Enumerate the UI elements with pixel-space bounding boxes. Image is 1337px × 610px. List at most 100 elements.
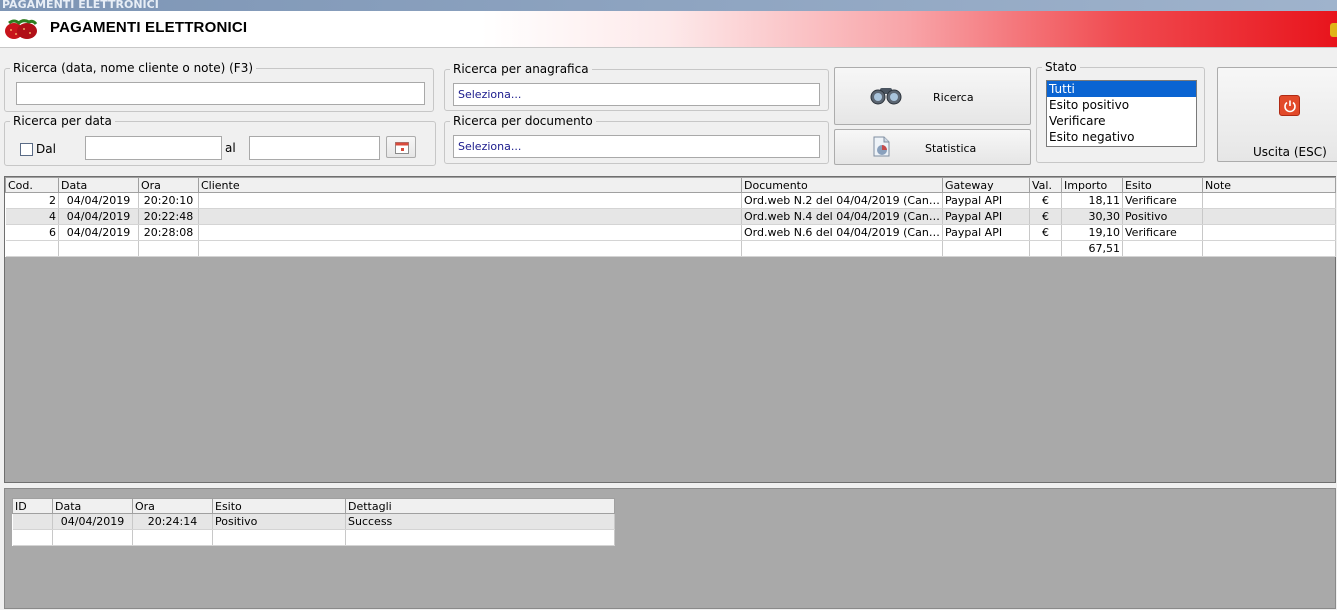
cell-document: Ord.web N.4 del 04/04/2019 (Cancell… [741,208,943,225]
cell-empty [942,240,1030,257]
statistics-button-label: Statistica [925,142,977,155]
table-row[interactable]: 2 04/04/2019 20:20:10 Ord.web N.2 del 04… [5,192,1336,209]
status-legend: Stato [1042,60,1080,74]
cell-notes [1202,224,1336,241]
cell-client [198,192,742,209]
cell-code: 2 [5,192,59,209]
statistics-icon [873,136,890,157]
col-header[interactable]: Gateway [942,177,1030,193]
payments-table: Cod. Data Ora Cliente Documento Gateway … [5,177,1336,257]
cell-code: 6 [5,224,59,241]
search-input[interactable] [16,82,425,105]
cell-empty [138,240,199,257]
payments-header-row: Cod. Data Ora Cliente Documento Gateway … [5,177,1336,193]
search-date-legend: Ricerca per data [10,114,115,128]
registry-select[interactable]: Seleziona... [453,83,820,106]
cell-empty [1029,240,1062,257]
cell-currency: € [1029,208,1062,225]
status-group: Stato Tutti Esito positivo Verificare Es… [1036,60,1205,163]
status-option-esito-negativo[interactable]: Esito negativo [1047,129,1196,145]
col-header[interactable]: Esito [212,498,346,514]
cell-details: Success [345,513,615,530]
col-header[interactable]: Documento [741,177,943,193]
col-header[interactable]: Ora [138,177,199,193]
page-title: PAGAMENTI ELETTRONICI [50,19,248,36]
col-header[interactable]: Ora [132,498,213,514]
total-amount: 67,51 [1061,240,1123,257]
status-option-tutti[interactable]: Tutti [1047,81,1196,97]
cell-gateway: Paypal API [942,192,1030,209]
date-to-input[interactable] [249,136,380,160]
cell-amount: 18,11 [1061,192,1123,209]
calendar-button[interactable] [386,136,416,158]
cell-outcome: Positivo [212,513,346,530]
payments-grid[interactable]: Cod. Data Ora Cliente Documento Gateway … [4,176,1336,483]
logo-icon [1330,23,1337,37]
cell-gateway: Paypal API [942,224,1030,241]
totals-row: 67,51 [5,240,1336,257]
search-document-group: Ricerca per documento Seleziona... [444,114,829,164]
cell-document: Ord.web N.2 del 04/04/2019 (Cancell… [741,192,943,209]
cell-code: 4 [5,208,59,225]
table-row[interactable]: 6 04/04/2019 20:28:08 Ord.web N.6 del 04… [5,224,1336,241]
cell-id [12,513,53,530]
col-header[interactable]: Cliente [198,177,742,193]
cell-gateway: Paypal API [942,208,1030,225]
cell-empty [345,529,615,546]
col-header[interactable]: Data [58,177,139,193]
col-header[interactable]: Note [1202,177,1336,193]
col-header[interactable]: Dettagli [345,498,615,514]
col-header[interactable]: Data [52,498,133,514]
cell-empty [198,240,742,257]
search-date-group: Ricerca per data Dal al [4,114,436,166]
strawberry-icon [5,19,38,39]
search-registry-legend: Ricerca per anagrafica [450,62,592,76]
header-banner: PAGAMENTI ELETTRONICI [0,11,1337,48]
col-header[interactable]: ID [12,498,53,514]
table-row[interactable]: 4 04/04/2019 20:22:48 Ord.web N.4 del 04… [5,208,1336,225]
exit-button[interactable]: Uscita (ESC) [1217,67,1337,162]
binoculars-icon [870,88,902,105]
exit-button-label: Uscita (ESC) [1253,145,1327,159]
cell-empty [58,240,139,257]
status-option-verificare[interactable]: Verificare [1047,113,1196,129]
table-row[interactable]: 04/04/2019 20:24:14 Positivo Success [12,513,615,530]
cell-outcome: Positivo [1122,208,1203,225]
search-button[interactable]: Ricerca [834,67,1031,125]
date-to-label: al [225,141,236,155]
details-header-row: ID Data Ora Esito Dettagli [12,498,615,514]
status-option-esito-positivo[interactable]: Esito positivo [1047,97,1196,113]
cell-currency: € [1029,224,1062,241]
cell-notes [1202,208,1336,225]
cell-empty [132,529,213,546]
cell-time: 20:22:48 [138,208,199,225]
cell-time: 20:28:08 [138,224,199,241]
cell-date: 04/04/2019 [58,192,139,209]
cell-currency: € [1029,192,1062,209]
details-grid[interactable]: ID Data Ora Esito Dettagli 04/04/2019 20… [4,488,1336,609]
cell-empty [5,240,59,257]
cell-date: 04/04/2019 [58,224,139,241]
cell-amount: 30,30 [1061,208,1123,225]
col-header[interactable]: Val. [1029,177,1062,193]
date-from-input[interactable] [85,136,222,160]
power-icon [1279,95,1300,116]
cell-empty [741,240,943,257]
cell-empty [52,529,133,546]
window-title: PAGAMENTI ELETTRONICI [0,0,1337,11]
date-from-checkbox[interactable] [20,143,33,156]
cell-empty [1122,240,1203,257]
document-select[interactable]: Seleziona... [453,135,820,158]
status-list[interactable]: Tutti Esito positivo Verificare Esito ne… [1046,80,1197,147]
cell-empty [1202,240,1336,257]
col-header[interactable]: Cod. [5,177,59,193]
cell-time: 20:24:14 [132,513,213,530]
cell-document: Ord.web N.6 del 04/04/2019 (Cancell… [741,224,943,241]
cell-notes [1202,192,1336,209]
cell-date: 04/04/2019 [58,208,139,225]
search-text-legend: Ricerca (data, nome cliente o note) (F3) [10,61,257,75]
col-header[interactable]: Esito [1122,177,1203,193]
search-registry-group: Ricerca per anagrafica Seleziona... [444,62,829,111]
statistics-button[interactable]: Statistica [834,129,1031,165]
col-header[interactable]: Importo [1061,177,1123,193]
